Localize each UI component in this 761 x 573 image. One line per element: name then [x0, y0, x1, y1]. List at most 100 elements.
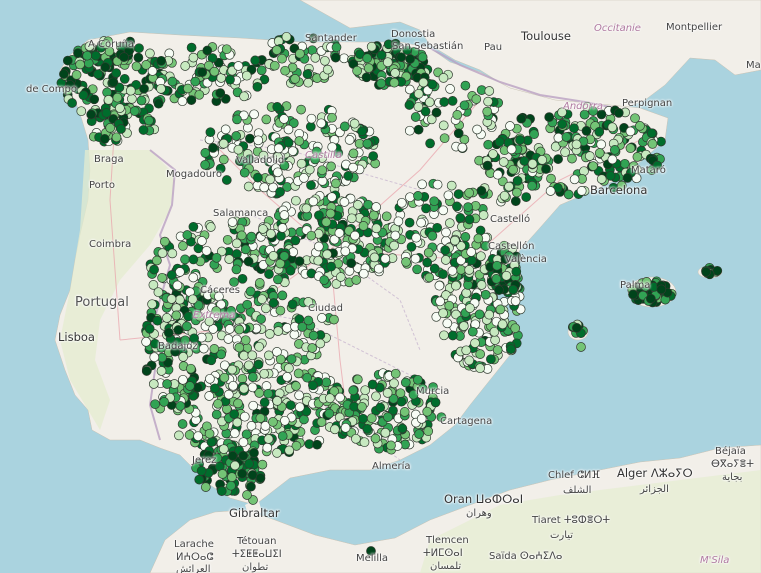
- station-marker[interactable]: [273, 326, 284, 336]
- station-marker[interactable]: [129, 106, 140, 116]
- station-marker[interactable]: [111, 68, 122, 78]
- station-marker[interactable]: [422, 257, 433, 268]
- station-marker[interactable]: [127, 94, 137, 104]
- station-marker[interactable]: [282, 372, 292, 382]
- station-marker[interactable]: [311, 146, 322, 157]
- station-marker[interactable]: [218, 154, 229, 165]
- station-marker[interactable]: [588, 106, 598, 116]
- station-marker[interactable]: [239, 167, 250, 178]
- station-marker[interactable]: [119, 52, 129, 62]
- station-marker[interactable]: [444, 218, 455, 228]
- station-marker[interactable]: [249, 109, 259, 120]
- station-marker[interactable]: [223, 334, 234, 344]
- station-marker[interactable]: [279, 251, 290, 261]
- station-marker[interactable]: [327, 112, 337, 123]
- station-marker[interactable]: [254, 278, 265, 288]
- station-marker[interactable]: [625, 143, 636, 154]
- station-marker[interactable]: [299, 173, 309, 183]
- station-marker[interactable]: [501, 270, 512, 281]
- station-marker[interactable]: [475, 349, 486, 359]
- station-marker[interactable]: [290, 74, 300, 84]
- station-marker[interactable]: [508, 164, 518, 175]
- station-marker[interactable]: [275, 187, 285, 197]
- station-marker[interactable]: [331, 42, 342, 53]
- station-marker[interactable]: [453, 128, 464, 139]
- station-marker[interactable]: [221, 44, 232, 55]
- station-marker[interactable]: [545, 186, 556, 196]
- station-marker[interactable]: [646, 128, 657, 139]
- station-marker[interactable]: [277, 53, 287, 64]
- station-marker[interactable]: [436, 412, 447, 423]
- station-marker[interactable]: [217, 469, 228, 479]
- station-marker[interactable]: [141, 366, 152, 376]
- station-marker[interactable]: [220, 124, 231, 135]
- station-marker[interactable]: [245, 133, 255, 144]
- station-marker[interactable]: [186, 95, 197, 105]
- station-marker[interactable]: [491, 274, 502, 284]
- station-marker[interactable]: [301, 203, 312, 214]
- station-marker[interactable]: [519, 156, 530, 166]
- station-marker[interactable]: [227, 217, 238, 227]
- station-marker[interactable]: [200, 482, 211, 492]
- station-marker[interactable]: [230, 460, 240, 471]
- station-marker[interactable]: [553, 154, 563, 164]
- station-marker[interactable]: [183, 83, 193, 94]
- station-marker[interactable]: [439, 133, 450, 144]
- station-marker[interactable]: [457, 142, 468, 153]
- station-marker[interactable]: [351, 433, 361, 444]
- station-marker[interactable]: [506, 144, 517, 155]
- station-marker[interactable]: [119, 74, 130, 84]
- station-marker[interactable]: [442, 318, 453, 329]
- station-marker[interactable]: [115, 103, 125, 113]
- station-marker[interactable]: [73, 48, 83, 58]
- station-marker[interactable]: [362, 424, 373, 434]
- station-marker[interactable]: [438, 73, 449, 83]
- station-marker[interactable]: [156, 55, 167, 66]
- station-marker[interactable]: [444, 300, 455, 311]
- station-marker[interactable]: [268, 251, 279, 261]
- station-marker[interactable]: [359, 437, 370, 448]
- station-marker[interactable]: [167, 76, 178, 87]
- station-marker[interactable]: [93, 69, 103, 80]
- station-marker[interactable]: [616, 180, 627, 191]
- station-marker[interactable]: [196, 466, 207, 476]
- station-marker[interactable]: [159, 236, 170, 247]
- station-marker[interactable]: [86, 109, 97, 120]
- station-marker[interactable]: [203, 450, 214, 461]
- station-marker[interactable]: [188, 221, 199, 232]
- station-marker[interactable]: [427, 79, 438, 90]
- station-marker[interactable]: [413, 101, 424, 112]
- station-marker[interactable]: [276, 231, 286, 241]
- station-marker[interactable]: [204, 316, 215, 327]
- station-marker[interactable]: [414, 429, 424, 439]
- station-marker[interactable]: [417, 383, 428, 394]
- station-marker[interactable]: [229, 409, 240, 419]
- station-marker[interactable]: [287, 146, 298, 156]
- station-marker[interactable]: [67, 98, 77, 108]
- station-marker[interactable]: [401, 257, 411, 267]
- station-marker[interactable]: [476, 251, 486, 262]
- station-marker[interactable]: [277, 223, 288, 233]
- station-marker[interactable]: [596, 109, 607, 120]
- station-marker[interactable]: [172, 280, 183, 291]
- station-marker[interactable]: [567, 153, 577, 164]
- station-marker[interactable]: [241, 70, 252, 81]
- station-marker[interactable]: [308, 196, 319, 207]
- station-marker[interactable]: [208, 143, 218, 153]
- station-marker[interactable]: [588, 161, 598, 171]
- station-marker[interactable]: [201, 245, 212, 256]
- station-marker[interactable]: [506, 344, 516, 355]
- station-marker[interactable]: [464, 265, 475, 275]
- station-marker[interactable]: [174, 430, 184, 441]
- station-marker[interactable]: [397, 423, 408, 434]
- station-marker[interactable]: [149, 352, 160, 363]
- station-marker[interactable]: [609, 145, 620, 155]
- station-marker[interactable]: [89, 94, 100, 105]
- station-marker[interactable]: [351, 275, 362, 285]
- station-marker[interactable]: [447, 96, 458, 106]
- station-marker[interactable]: [452, 201, 462, 212]
- station-marker[interactable]: [652, 160, 663, 171]
- station-marker[interactable]: [371, 202, 382, 212]
- station-marker[interactable]: [402, 45, 413, 55]
- station-marker[interactable]: [285, 400, 296, 411]
